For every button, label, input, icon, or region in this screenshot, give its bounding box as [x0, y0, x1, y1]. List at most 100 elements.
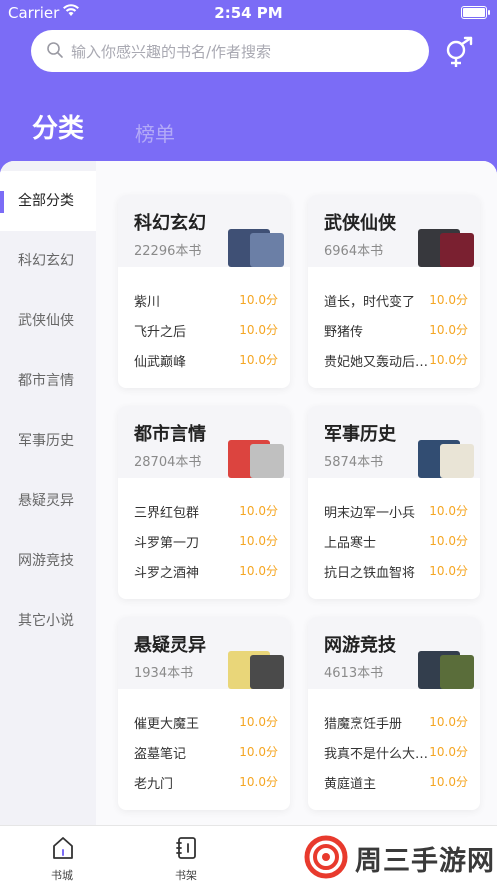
- nav-bookstore[interactable]: 书城: [32, 826, 92, 883]
- book-row[interactable]: 明末边军一小兵 10.0分: [324, 496, 468, 526]
- book-row[interactable]: 斗罗第一刀 10.0分: [134, 526, 278, 556]
- card-count: 28704本书: [134, 455, 202, 470]
- book-name: 黄庭道主: [324, 777, 377, 792]
- status-time: 2:54 PM: [214, 4, 283, 22]
- tab-category[interactable]: 分类: [32, 108, 84, 145]
- book-score: 10.0分: [429, 775, 468, 789]
- book-score: 10.0分: [429, 353, 468, 367]
- nav-label: 书城: [51, 869, 73, 882]
- card-header: 都市言情 28704本书: [118, 406, 290, 478]
- search-placeholder: 输入你感兴趣的书名/作者搜索: [71, 43, 272, 61]
- book-row[interactable]: 我真不是什么大魔王 10.0分: [324, 737, 468, 767]
- book-score: 10.0分: [429, 534, 468, 548]
- book-name: 老九门: [134, 777, 174, 792]
- book-score: 10.0分: [239, 715, 278, 729]
- sidebar-item-other[interactable]: 其它小说: [0, 591, 96, 651]
- book-score: 10.0分: [429, 715, 468, 729]
- nav-label: 书架: [175, 869, 197, 882]
- category-card[interactable]: 武侠仙侠 6964本书 道长，时代变了 10.0分 野猪传 10.0分 贵妃她又轰动…: [308, 195, 480, 388]
- book-cover-image: [440, 233, 474, 267]
- book-row[interactable]: 盗墓笔记 10.0分: [134, 737, 278, 767]
- book-row[interactable]: 野猪传 10.0分: [324, 315, 468, 345]
- book-row[interactable]: 黄庭道主 10.0分: [324, 767, 468, 797]
- book-name: 抗日之铁血智将: [324, 566, 416, 581]
- book-score: 10.0分: [429, 745, 468, 759]
- gender-toggle-icon[interactable]: [443, 36, 477, 68]
- book-name: 贵妃她又轰动后宫了: [324, 355, 434, 370]
- book-row[interactable]: 上品寒士 10.0分: [324, 526, 468, 556]
- watermark: 周三手游网: [300, 835, 497, 879]
- book-score: 10.0分: [429, 293, 468, 307]
- sidebar-item-all[interactable]: 全部分类: [0, 171, 96, 231]
- book-score: 10.0分: [239, 534, 278, 548]
- book-name: 道长，时代变了: [324, 295, 416, 310]
- card-title: 都市言情: [134, 424, 206, 445]
- category-card[interactable]: 科幻玄幻 22296本书 紫川 10.0分 飞升之后 10.0分 仙武巅峰 10.0分: [118, 195, 290, 388]
- sidebar-item-label: 都市言情: [18, 373, 74, 389]
- book-name: 明末边军一小兵: [324, 506, 416, 521]
- book-row[interactable]: 猎魔烹饪手册 10.0分: [324, 707, 468, 737]
- sidebar-item-urban[interactable]: 都市言情: [0, 351, 96, 411]
- book-row[interactable]: 道长，时代变了 10.0分: [324, 285, 468, 315]
- card-header: 科幻玄幻 22296本书: [118, 195, 290, 267]
- sidebar-item-label: 武侠仙侠: [18, 313, 74, 329]
- home-icon: [53, 837, 73, 859]
- book-name: 斗罗之酒神: [134, 566, 200, 581]
- category-card[interactable]: 军事历史 5874本书 明末边军一小兵 10.0分 上品寒士 10.0分 抗日之铁血…: [308, 406, 480, 599]
- book-score: 10.0分: [239, 353, 278, 367]
- watermark-logo-icon: [304, 835, 348, 879]
- sidebar-item-mystery[interactable]: 悬疑灵异: [0, 471, 96, 531]
- book-row[interactable]: 飞升之后 10.0分: [134, 315, 278, 345]
- book-score: 10.0分: [239, 564, 278, 578]
- book-row[interactable]: 斗罗之酒神 10.0分: [134, 556, 278, 586]
- card-count: 1934本书: [134, 666, 194, 681]
- book-row[interactable]: 仙武巅峰 10.0分: [134, 345, 278, 375]
- card-title: 悬疑灵异: [134, 635, 206, 656]
- card-title: 科幻玄幻: [134, 213, 206, 234]
- content-panel: 全部分类 科幻玄幻 武侠仙侠 都市言情 军事历史 悬疑灵异 网游竞技 其它小说 …: [0, 161, 497, 825]
- card-header: 悬疑灵异 1934本书: [118, 617, 290, 689]
- category-card[interactable]: 都市言情 28704本书 三界红包群 10.0分 斗罗第一刀 10.0分 斗罗之酒神…: [118, 406, 290, 599]
- book-score: 10.0分: [239, 323, 278, 337]
- search-icon: [47, 42, 63, 58]
- sidebar-item-military[interactable]: 军事历史: [0, 411, 96, 471]
- tab-ranking[interactable]: 榜单: [135, 118, 175, 147]
- book-row[interactable]: 老九门 10.0分: [134, 767, 278, 797]
- book-row[interactable]: 催更大魔王 10.0分: [134, 707, 278, 737]
- book-row[interactable]: 紫川 10.0分: [134, 285, 278, 315]
- book-score: 10.0分: [239, 293, 278, 307]
- book-score: 10.0分: [429, 323, 468, 337]
- battery-icon: [461, 6, 490, 19]
- category-card[interactable]: 网游竞技 4613本书 猎魔烹饪手册 10.0分 我真不是什么大魔王 10.0分 黄…: [308, 617, 480, 810]
- book-cover-image: [440, 444, 474, 478]
- book-score: 10.0分: [239, 504, 278, 518]
- book-name: 野猪传: [324, 325, 364, 340]
- category-card[interactable]: 悬疑灵异 1934本书 催更大魔王 10.0分 盗墓笔记 10.0分 老九门 10.0…: [118, 617, 290, 810]
- book-name: 催更大魔王: [134, 717, 200, 732]
- book-name: 上品寒士: [324, 536, 377, 551]
- card-header: 网游竞技 4613本书: [308, 617, 480, 689]
- bookshelf-icon: [176, 837, 196, 859]
- card-count: 6964本书: [324, 244, 384, 259]
- book-name: 盗墓笔记: [134, 747, 187, 762]
- book-row[interactable]: 抗日之铁血智将 10.0分: [324, 556, 468, 586]
- sidebar-item-label: 悬疑灵异: [18, 493, 74, 509]
- book-score: 10.0分: [239, 775, 278, 789]
- search-input[interactable]: 输入你感兴趣的书名/作者搜索: [31, 30, 429, 72]
- category-grid: 科幻玄幻 22296本书 紫川 10.0分 飞升之后 10.0分 仙武巅峰 10.0分…: [96, 161, 497, 825]
- book-score: 10.0分: [429, 504, 468, 518]
- book-row[interactable]: 三界红包群 10.0分: [134, 496, 278, 526]
- book-cover-image: [250, 233, 284, 267]
- book-name: 斗罗第一刀: [134, 536, 200, 551]
- book-name: 紫川: [134, 295, 161, 310]
- book-row[interactable]: 贵妃她又轰动后宫了 10.0分: [324, 345, 468, 375]
- nav-bookshelf[interactable]: 书架: [156, 826, 216, 883]
- book-cover-image: [250, 444, 284, 478]
- book-cover-image: [250, 655, 284, 689]
- sidebar-item-wuxia[interactable]: 武侠仙侠: [0, 291, 96, 351]
- sidebar-item-gaming[interactable]: 网游竞技: [0, 531, 96, 591]
- category-sidebar: 全部分类 科幻玄幻 武侠仙侠 都市言情 军事历史 悬疑灵异 网游竞技 其它小说: [0, 161, 96, 825]
- sidebar-item-scifi[interactable]: 科幻玄幻: [0, 231, 96, 291]
- card-title: 武侠仙侠: [324, 213, 396, 234]
- card-count: 4613本书: [324, 666, 384, 681]
